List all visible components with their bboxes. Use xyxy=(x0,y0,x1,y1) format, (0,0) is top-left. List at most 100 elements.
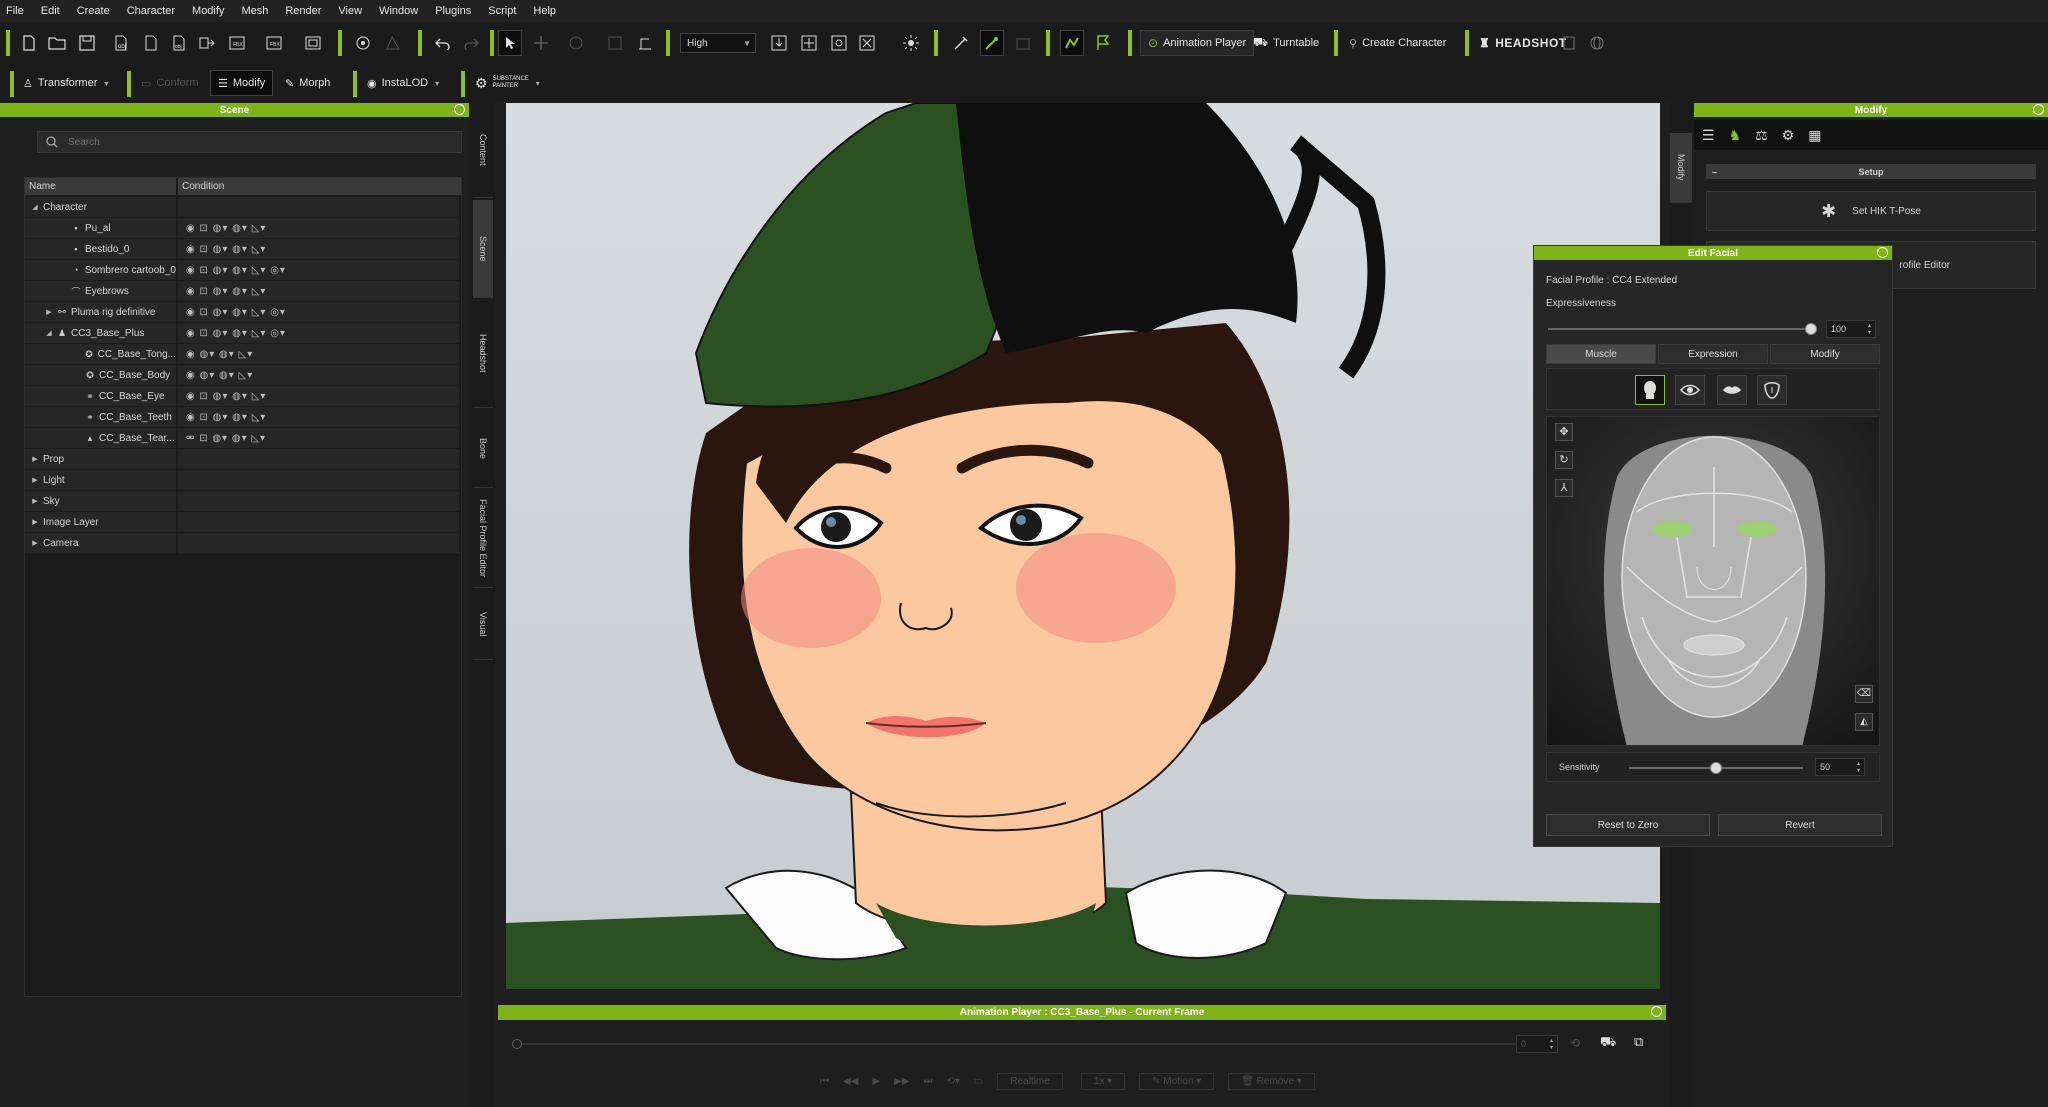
viewport[interactable] xyxy=(506,103,1660,989)
select-tool-icon[interactable] xyxy=(498,30,522,56)
reset-to-zero-button[interactable]: Reset to Zero xyxy=(1546,814,1710,836)
collect-clip-icon[interactable] xyxy=(352,32,374,54)
head-region-button[interactable] xyxy=(1635,375,1665,405)
tree-row[interactable]: ✪ CC_Base_Body ◉ ◍▾ ◍▾ ◺▾ xyxy=(25,365,459,386)
tree-row-condition[interactable] xyxy=(178,533,459,554)
expressiveness-slider[interactable] xyxy=(1548,323,1817,335)
tree-row[interactable]: ⌒ Eyebrows ◉ ⊡ ◍▾ ◍▾ ◺▾ xyxy=(25,281,459,302)
menu-item-help[interactable]: Help xyxy=(533,5,556,17)
realtime-button[interactable]: Realtime xyxy=(997,1073,1063,1090)
panel-pin-icon[interactable] xyxy=(1651,1006,1662,1017)
rotate-handle-icon[interactable]: ↻ xyxy=(1555,451,1573,469)
condition-icons[interactable]: ◉ ◍▾ ◍▾ ◺▾ xyxy=(186,370,253,381)
expand-arrow-icon[interactable]: ▶ xyxy=(29,518,41,526)
play-icon[interactable]: ▶ xyxy=(872,1076,880,1087)
drop-to-floor-icon[interactable] xyxy=(768,32,790,54)
eraser-icon[interactable]: ⌫ xyxy=(1855,685,1873,703)
disabled-tool-icon[interactable] xyxy=(382,32,404,54)
setup-section-header[interactable]: Setup – xyxy=(1706,164,2036,179)
tree-row-condition[interactable]: ◉ ⊡ ◍▾ ◍▾ ◺▾ xyxy=(178,281,459,302)
tree-row[interactable]: ▶ Prop xyxy=(25,449,459,470)
bone-icon[interactable] xyxy=(950,32,972,54)
mirror-icon[interactable]: ◭ xyxy=(1855,713,1873,731)
motion-button[interactable]: ✎ Motion ▾ xyxy=(1139,1073,1215,1090)
panel-pin-icon[interactable] xyxy=(1877,247,1888,258)
loop-icon[interactable]: ⟲ xyxy=(1570,1036,1580,1050)
tab-expression[interactable]: Expression xyxy=(1658,344,1768,364)
condition-icons[interactable]: ◉ ◍▾ ◍▾ ◺▾ xyxy=(186,349,253,360)
export-usd-icon[interactable]: FBX xyxy=(228,32,250,54)
pose-tab-icon[interactable]: ⚖ xyxy=(1755,127,1768,144)
expand-arrow-icon[interactable]: ◢ xyxy=(43,329,55,337)
condition-icons[interactable]: ◉ ⊡ ◍▾ ◍▾ ◺▾ xyxy=(186,286,266,297)
search-input[interactable] xyxy=(68,136,448,148)
tree-row[interactable]: ◔ Sombrero cartoob_0 ◉ ⊡ ◍▾ ◍▾ ◺▾ ◎▾ xyxy=(25,260,459,281)
panel-pin-icon[interactable] xyxy=(454,104,465,115)
set-hik-tpose-button[interactable]: ✱ Set HIK T-Pose xyxy=(1706,191,2036,231)
scene-search-box[interactable] xyxy=(37,131,462,153)
timeline-track[interactable] xyxy=(516,1043,1516,1045)
menu-item-window[interactable]: Window xyxy=(379,5,418,17)
menu-item-character[interactable]: Character xyxy=(127,5,175,17)
vtab-modify[interactable]: Modify xyxy=(1670,133,1692,203)
condition-icons[interactable]: ◉ ⊡ ◍▾ ◍▾ ◺▾ xyxy=(186,412,266,423)
side-tab-content[interactable]: Content xyxy=(473,103,493,198)
export-icon[interactable]: obj xyxy=(168,32,190,54)
tree-row[interactable]: ⚭ CC_Base_Eye ◉ ⊡ ◍▾ ◍▾ ◺▾ xyxy=(25,386,459,407)
tab-modify[interactable]: Modify xyxy=(1770,344,1880,364)
new-file-icon[interactable] xyxy=(18,32,40,54)
tab-muscle[interactable]: Muscle xyxy=(1546,344,1656,364)
menu-item-modify[interactable]: Modify xyxy=(192,5,224,17)
panel-pin-icon[interactable] xyxy=(2033,104,2044,115)
import-icon[interactable]: obj xyxy=(110,32,132,54)
morph-button[interactable]: ✎ Morph xyxy=(278,70,337,96)
expand-arrow-icon[interactable]: ◢ xyxy=(29,203,41,211)
scale-handle-icon[interactable]: ⅄ xyxy=(1555,479,1573,497)
remove-button[interactable]: 🗑 Remove ▾ xyxy=(1228,1073,1315,1090)
tree-row[interactable]: ▪ Bestido_0 ◉ ⊡ ◍▾ ◍▾ ◺▾ xyxy=(25,239,459,260)
align-tool-icon[interactable] xyxy=(634,32,656,54)
sensitivity-slider-knob[interactable] xyxy=(1710,762,1722,774)
sphere-icon[interactable] xyxy=(1586,32,1608,54)
substance-painter-button[interactable]: ⚙ SUBSTANCE PAINTER ▾ xyxy=(468,70,547,96)
tree-row[interactable]: ▶ Sky xyxy=(25,491,459,512)
side-tab-facial-profile-editor[interactable]: Facial Profile Editor xyxy=(473,490,493,588)
tree-row-condition[interactable]: ◉ ⊡ ◍▾ ◍▾ ◺▾ xyxy=(178,386,459,407)
expand-arrow-icon[interactable]: ▶ xyxy=(29,539,41,547)
tree-row-condition[interactable]: ◉ ⊡ ◍▾ ◍▾ ◺▾ ◎▾ xyxy=(178,302,459,323)
open-folder-icon[interactable] xyxy=(46,32,68,54)
animation-player-button[interactable]: ⊙ Animation Player xyxy=(1140,30,1255,56)
menu-item-create[interactable]: Create xyxy=(77,5,110,17)
expressiveness-slider-knob[interactable] xyxy=(1804,323,1817,335)
tree-row-condition[interactable] xyxy=(178,491,459,512)
sliders-tab-icon[interactable]: ☰ xyxy=(1702,127,1715,144)
sensitivity-spinbox[interactable]: 50 xyxy=(1815,758,1865,776)
tree-row-condition[interactable] xyxy=(178,197,459,218)
turntable-button[interactable]: ⛟ Turntable xyxy=(1246,30,1326,56)
menu-item-render[interactable]: Render xyxy=(285,5,321,17)
menu-item-view[interactable]: View xyxy=(338,5,362,17)
eye-region-button[interactable] xyxy=(1675,375,1705,405)
speed-dropdown[interactable]: 1x ▾ xyxy=(1080,1073,1126,1090)
redo-icon[interactable] xyxy=(460,32,482,54)
tree-row-condition[interactable] xyxy=(178,449,459,470)
save-icon[interactable] xyxy=(76,32,98,54)
material-tab-icon[interactable]: ▦ xyxy=(1808,127,1821,144)
tree-row-condition[interactable] xyxy=(178,470,459,491)
tree-row-condition[interactable]: ◉ ⊡ ◍▾ ◍▾ ◺▾ xyxy=(178,218,459,239)
expand-arrow-icon[interactable]: ▶ xyxy=(43,308,55,316)
face-control-viewport[interactable]: ✥ ↻ ⅄ ⌫ ◭ xyxy=(1546,416,1880,746)
tree-row-condition[interactable]: ◉ ◍▾ ◍▾ ◺▾ xyxy=(178,365,459,386)
tree-row-condition[interactable]: ◉ ⊡ ◍▾ ◍▾ ◺▾ ◎▾ xyxy=(178,260,459,281)
menu-item-plugins[interactable]: Plugins xyxy=(435,5,471,17)
disabled-motion-icon[interactable] xyxy=(1012,32,1034,54)
tree-row-condition[interactable]: ⚮ ⊡ ◍▾ ◍▾ ◺▾ xyxy=(178,428,459,449)
condition-icons[interactable]: ◉ ⊡ ◍▾ ◍▾ ◺▾ ◎▾ xyxy=(186,307,286,318)
light-icon[interactable] xyxy=(900,32,922,54)
tree-row-condition[interactable]: ◉ ⊡ ◍▾ ◍▾ ◺▾ xyxy=(178,239,459,260)
create-character-button[interactable]: ⚲ Create Character xyxy=(1342,30,1453,56)
menu-item-file[interactable]: File xyxy=(6,5,24,17)
tongue-region-button[interactable] xyxy=(1757,375,1787,405)
tree-row[interactable]: ▪ Pu_al ◉ ⊡ ◍▾ ◍▾ ◺▾ xyxy=(25,218,459,239)
expand-arrow-icon[interactable]: ▶ xyxy=(29,455,41,463)
